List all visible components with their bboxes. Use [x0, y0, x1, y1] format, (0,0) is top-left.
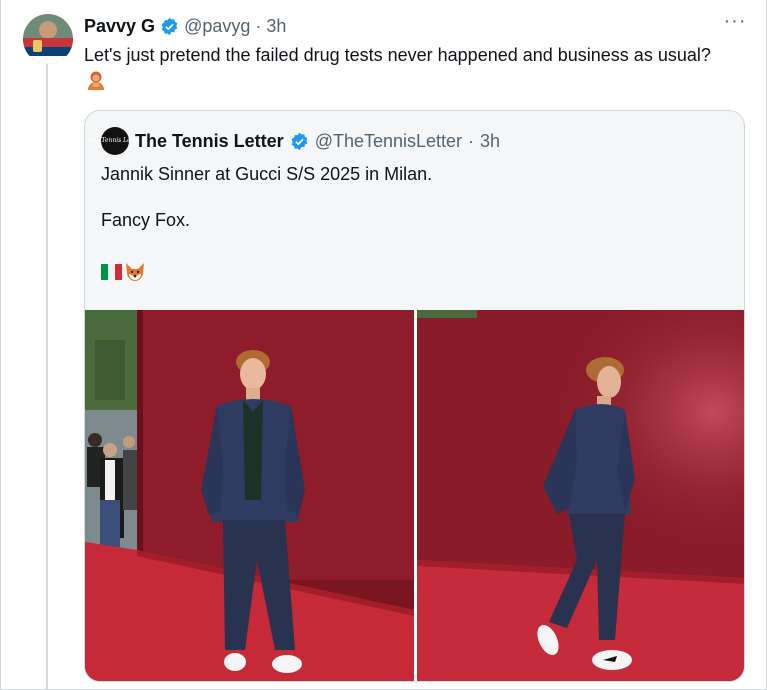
- avatar-image: [23, 14, 73, 64]
- verified-badge-icon: [290, 132, 309, 151]
- quoted-line-1: Jannik Sinner at Gucci S/S 2025 in Milan…: [101, 164, 433, 184]
- quoted-author-name[interactable]: The Tennis Letter: [135, 131, 284, 152]
- quoted-header: The Tennis Letter The Tennis Letter @The…: [88, 127, 500, 155]
- photo-right[interactable]: [417, 310, 744, 681]
- quoted-avatar-logo: The Tennis Letter: [88, 137, 142, 144]
- quoted-handle[interactable]: @TheTennisLetter: [315, 131, 462, 152]
- quoted-tweet[interactable]: The Tennis Letter The Tennis Letter @The…: [84, 110, 745, 682]
- photo-left[interactable]: [85, 310, 414, 681]
- photo-left-image: [85, 310, 414, 681]
- quoted-line-2: Fancy Fox.: [101, 210, 191, 230]
- tweet-body: Let's just pretend the failed drug tests…: [84, 45, 711, 65]
- thread-line: [46, 62, 48, 690]
- quoted-text: Jannik Sinner at Gucci S/S 2025 in Milan…: [101, 161, 721, 233]
- more-options-icon[interactable]: ···: [722, 11, 748, 37]
- tweet-header: Pavvy G @pavyg · 3h: [84, 13, 286, 39]
- photo-right-image: [417, 310, 744, 681]
- media-grid: [85, 310, 744, 681]
- fox-face-icon: [124, 262, 146, 287]
- tweet-time[interactable]: 3h: [266, 16, 286, 37]
- italy-flag-icon: [101, 264, 122, 285]
- author-avatar[interactable]: [23, 14, 73, 64]
- verified-badge-icon: [160, 17, 179, 36]
- tweet-text: Let's just pretend the failed drug tests…: [84, 42, 734, 94]
- separator-dot: ·: [468, 130, 475, 151]
- author-handle[interactable]: @pavyg: [184, 16, 250, 37]
- quoted-emojis: [101, 262, 146, 287]
- separator-dot: ·: [255, 15, 262, 36]
- person-emoji-icon: [86, 70, 106, 90]
- quoted-avatar[interactable]: The Tennis Letter: [88, 127, 142, 155]
- author-name[interactable]: Pavvy G: [84, 16, 155, 37]
- quoted-time[interactable]: 3h: [480, 131, 500, 152]
